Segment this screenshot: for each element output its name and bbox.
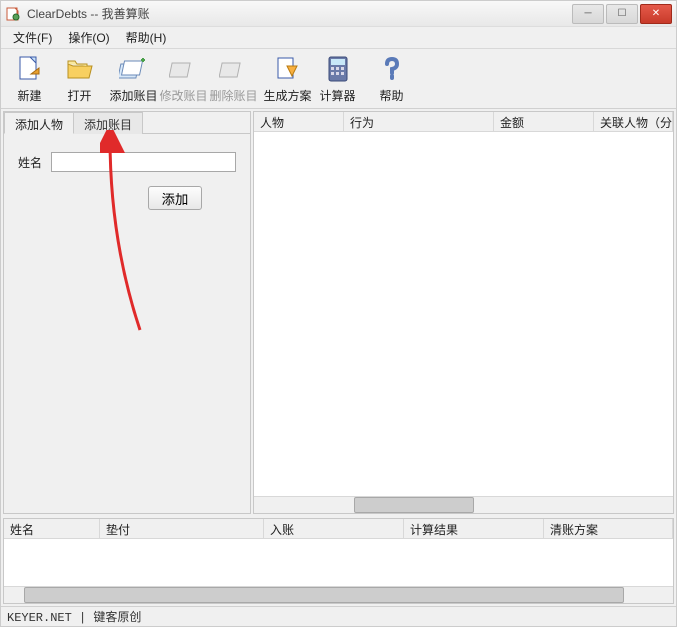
bottom-hscroll[interactable]: [4, 586, 673, 603]
edit-entry-icon: [168, 53, 200, 85]
maximize-button[interactable]: ☐: [606, 4, 638, 24]
bottom-grid-body: [4, 539, 673, 586]
calculator-icon: [322, 53, 354, 85]
delete-entry-icon: [218, 53, 250, 85]
bcol-name[interactable]: 姓名: [4, 519, 100, 538]
minimize-button[interactable]: ─: [572, 4, 604, 24]
menu-help[interactable]: 帮助(H): [118, 27, 175, 48]
bcol-plan[interactable]: 清账方案: [544, 519, 673, 538]
delete-entry-button[interactable]: 删除账目: [209, 51, 258, 106]
tabstrip: 添加人物 添加账目: [4, 112, 250, 134]
bottom-grid-header: 姓名 垫付 入账 计算结果 清账方案: [4, 519, 673, 539]
col-amount[interactable]: 金额: [494, 112, 594, 131]
right-grid-body: [254, 132, 673, 496]
edit-entry-button[interactable]: 修改账目: [159, 51, 208, 106]
open-icon: [64, 53, 96, 85]
new-icon: [14, 53, 46, 85]
statusbar: KEYER.NET | 键客原创: [1, 606, 676, 626]
name-input[interactable]: [51, 152, 236, 172]
window-title: ClearDebts -- 我善算账: [27, 5, 570, 22]
col-person[interactable]: 人物: [254, 112, 344, 131]
col-action[interactable]: 行为: [344, 112, 494, 131]
generate-plan-button[interactable]: 生成方案: [263, 51, 312, 106]
calculator-button[interactable]: 计算器: [313, 51, 362, 106]
right-grid-header: 人物 行为 金额 关联人物（分: [254, 112, 673, 132]
tab-add-person[interactable]: 添加人物: [4, 112, 74, 134]
tab-content-add-person: 姓名 添加: [4, 134, 250, 513]
menu-action[interactable]: 操作(O): [60, 27, 117, 48]
generate-plan-icon: [272, 53, 304, 85]
right-hscroll[interactable]: [254, 496, 673, 513]
new-button[interactable]: 新建: [5, 51, 54, 106]
bcol-received[interactable]: 入账: [264, 519, 404, 538]
right-panel: 人物 行为 金额 关联人物（分: [253, 111, 674, 514]
menu-file[interactable]: 文件(F): [5, 27, 60, 48]
add-entry-icon: [118, 53, 150, 85]
help-button[interactable]: 帮助: [367, 51, 416, 106]
tab-add-entry[interactable]: 添加账目: [73, 112, 143, 134]
bcol-result[interactable]: 计算结果: [404, 519, 544, 538]
add-entry-button[interactable]: 添加账目: [109, 51, 158, 106]
app-icon: [5, 6, 21, 22]
menubar: 文件(F) 操作(O) 帮助(H): [1, 27, 676, 49]
left-panel: 添加人物 添加账目 姓名 添加: [3, 111, 251, 514]
add-button[interactable]: 添加: [148, 186, 202, 210]
name-label: 姓名: [18, 154, 51, 171]
toolbar: 新建 打开 添加账目 修改账目 删除账目 生成方案 计算器: [1, 49, 676, 109]
bcol-paid[interactable]: 垫付: [100, 519, 264, 538]
open-button[interactable]: 打开: [55, 51, 104, 106]
col-related[interactable]: 关联人物（分: [594, 112, 673, 131]
close-button[interactable]: ✕: [640, 4, 672, 24]
help-icon: [376, 53, 408, 85]
bottom-grid: 姓名 垫付 入账 计算结果 清账方案: [3, 518, 674, 604]
titlebar: ClearDebts -- 我善算账 ─ ☐ ✕: [1, 1, 676, 27]
